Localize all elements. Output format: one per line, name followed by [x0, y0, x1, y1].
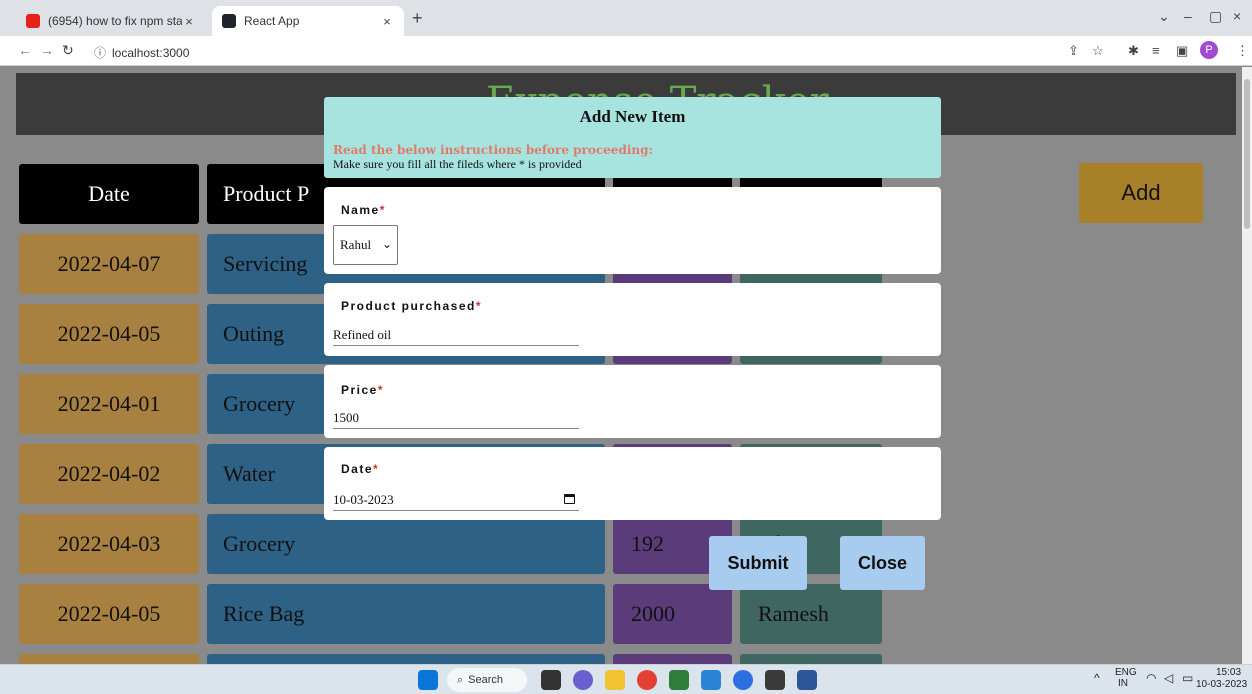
tab-label: React App: [244, 14, 300, 28]
scrollbar-thumb[interactable]: [1244, 79, 1250, 229]
date-label: Date*: [341, 462, 379, 476]
search-icon: ⌕: [457, 673, 464, 686]
table-cell-date: 2022-04-01: [19, 374, 199, 434]
required-mark: *: [373, 462, 380, 476]
product-label-text: Product purchased: [341, 299, 476, 313]
date-field-card: Date*: [324, 447, 941, 520]
required-mark: *: [379, 203, 386, 217]
price-input[interactable]: [333, 407, 579, 429]
name-select[interactable]: Rahul ⌄: [333, 225, 398, 265]
taskbar-search[interactable]: ⌕ Search: [447, 668, 527, 692]
price-label-text: Price: [341, 383, 378, 397]
language-indicator[interactable]: ENG: [1115, 667, 1137, 678]
youtube-icon: [26, 14, 40, 28]
battery-icon[interactable]: ▭: [1182, 671, 1193, 685]
clock-date: 10-03-2023: [1196, 679, 1248, 690]
react-icon: [222, 14, 236, 28]
table-cell-price: [613, 654, 732, 664]
name-field-card: Name* Rahul ⌄: [324, 187, 941, 274]
chevron-down-icon: ⌄: [381, 237, 392, 251]
clock-time[interactable]: 15:03: [1216, 667, 1241, 678]
chrome-icon[interactable]: [637, 670, 657, 690]
task-view-icon[interactable]: [541, 670, 561, 690]
extensions-icon[interactable]: ✱: [1128, 43, 1139, 59]
tab-youtube[interactable]: (6954) how to fix npm start probl ×: [16, 6, 206, 36]
volume-icon[interactable]: ◁: [1164, 671, 1173, 685]
zoom-icon[interactable]: [733, 670, 753, 690]
price-field-card: Price*: [324, 365, 941, 438]
name-label-text: Name: [341, 203, 380, 217]
reload-icon[interactable]: ↻: [62, 42, 74, 59]
product-field-card: Product purchased*: [324, 283, 941, 356]
url-text: localhost:3000: [112, 46, 190, 60]
table-cell-date: 2022-04-05: [19, 584, 199, 644]
table-cell-date: [19, 654, 199, 664]
required-mark: *: [377, 383, 385, 397]
reading-list-icon[interactable]: ≡: [1152, 43, 1160, 58]
table-cell-product: Rice Bag: [207, 584, 605, 644]
table-cell-date: 2022-04-03: [19, 514, 199, 574]
chevron-down-icon[interactable]: ⌄: [1158, 8, 1170, 25]
close-icon[interactable]: ×: [182, 14, 196, 29]
share-icon[interactable]: ⇪: [1068, 43, 1079, 59]
modal-warning: Read the below instructions before proce…: [333, 143, 653, 157]
chat-icon[interactable]: [573, 670, 593, 690]
info-icon[interactable]: ⓘ: [94, 46, 106, 60]
taskbar-search-label: Search: [468, 674, 504, 686]
product-input[interactable]: [333, 324, 579, 346]
menu-icon[interactable]: ⋮: [1236, 43, 1249, 59]
table-cell-date: 2022-04-05: [19, 304, 199, 364]
wifi-icon[interactable]: ◠: [1146, 671, 1156, 685]
windows-start-icon[interactable]: [418, 670, 438, 690]
table-cell-product: Grocery: [207, 514, 605, 574]
table-cell-product: [207, 654, 605, 664]
region-indicator: IN: [1118, 678, 1128, 689]
minimize-icon[interactable]: –: [1184, 8, 1192, 24]
date-input[interactable]: [333, 489, 579, 511]
back-icon[interactable]: ←: [18, 42, 32, 58]
tab-react-app[interactable]: React App ×: [212, 6, 404, 36]
new-tab-icon[interactable]: +: [412, 8, 423, 29]
terminal-icon[interactable]: [765, 670, 785, 690]
profile-avatar[interactable]: P: [1200, 41, 1218, 59]
forward-icon[interactable]: →: [40, 42, 54, 58]
column-header-date: Date: [19, 164, 199, 224]
table-cell-date: 2022-04-07: [19, 234, 199, 294]
close-icon[interactable]: ×: [380, 14, 394, 29]
modal-header: Add New Item Read the below instructions…: [324, 97, 941, 178]
maximize-icon[interactable]: ▢: [1209, 8, 1222, 25]
price-label: Price*: [341, 383, 384, 397]
side-panel-icon[interactable]: ▣: [1176, 43, 1188, 59]
add-button[interactable]: Add: [1079, 163, 1203, 223]
submit-button[interactable]: Submit: [709, 536, 807, 590]
table-cell-paid-by: Ramesh: [740, 584, 882, 644]
word-icon[interactable]: [797, 670, 817, 690]
modal-title: Add New Item: [579, 107, 686, 126]
name-select-value: Rahul: [340, 237, 372, 252]
chevron-up-icon[interactable]: ^: [1094, 671, 1100, 685]
file-explorer-icon[interactable]: [605, 670, 625, 690]
calendar-icon[interactable]: [564, 494, 575, 504]
table-cell-price: 2000: [613, 584, 732, 644]
star-icon[interactable]: ☆: [1092, 43, 1104, 59]
page-scrollbar[interactable]: [1242, 67, 1252, 664]
table-cell-paid-by: [740, 654, 882, 664]
name-label: Name*: [341, 203, 386, 217]
date-label-text: Date: [341, 462, 374, 476]
close-window-icon[interactable]: ×: [1233, 8, 1241, 24]
table-cell-date: 2022-04-02: [19, 444, 199, 504]
vscode-icon[interactable]: [701, 670, 721, 690]
store-icon[interactable]: [669, 670, 689, 690]
address-bar: ← → ↻ ⓘ localhost:3000 ⇪ ☆ ✱ ≡ ▣ ⋮: [0, 36, 1252, 66]
product-label: Product purchased*: [341, 299, 482, 313]
url-field[interactable]: ⓘ localhost:3000: [94, 44, 189, 61]
os-taskbar: ⌕ Search ^ ENG IN ◠ ◁ ▭ 15:03 10-03-2023: [0, 664, 1252, 694]
modal-note: Make sure you fill all the fileds where …: [333, 157, 582, 171]
close-button[interactable]: Close: [840, 536, 925, 590]
page-content: Expense Tracker Add Date Product P 2022-…: [0, 67, 1242, 664]
browser-tab-bar: (6954) how to fix npm start probl × Reac…: [0, 0, 1252, 36]
tab-label: (6954) how to fix npm start probl: [48, 14, 182, 28]
required-mark: *: [475, 299, 483, 313]
